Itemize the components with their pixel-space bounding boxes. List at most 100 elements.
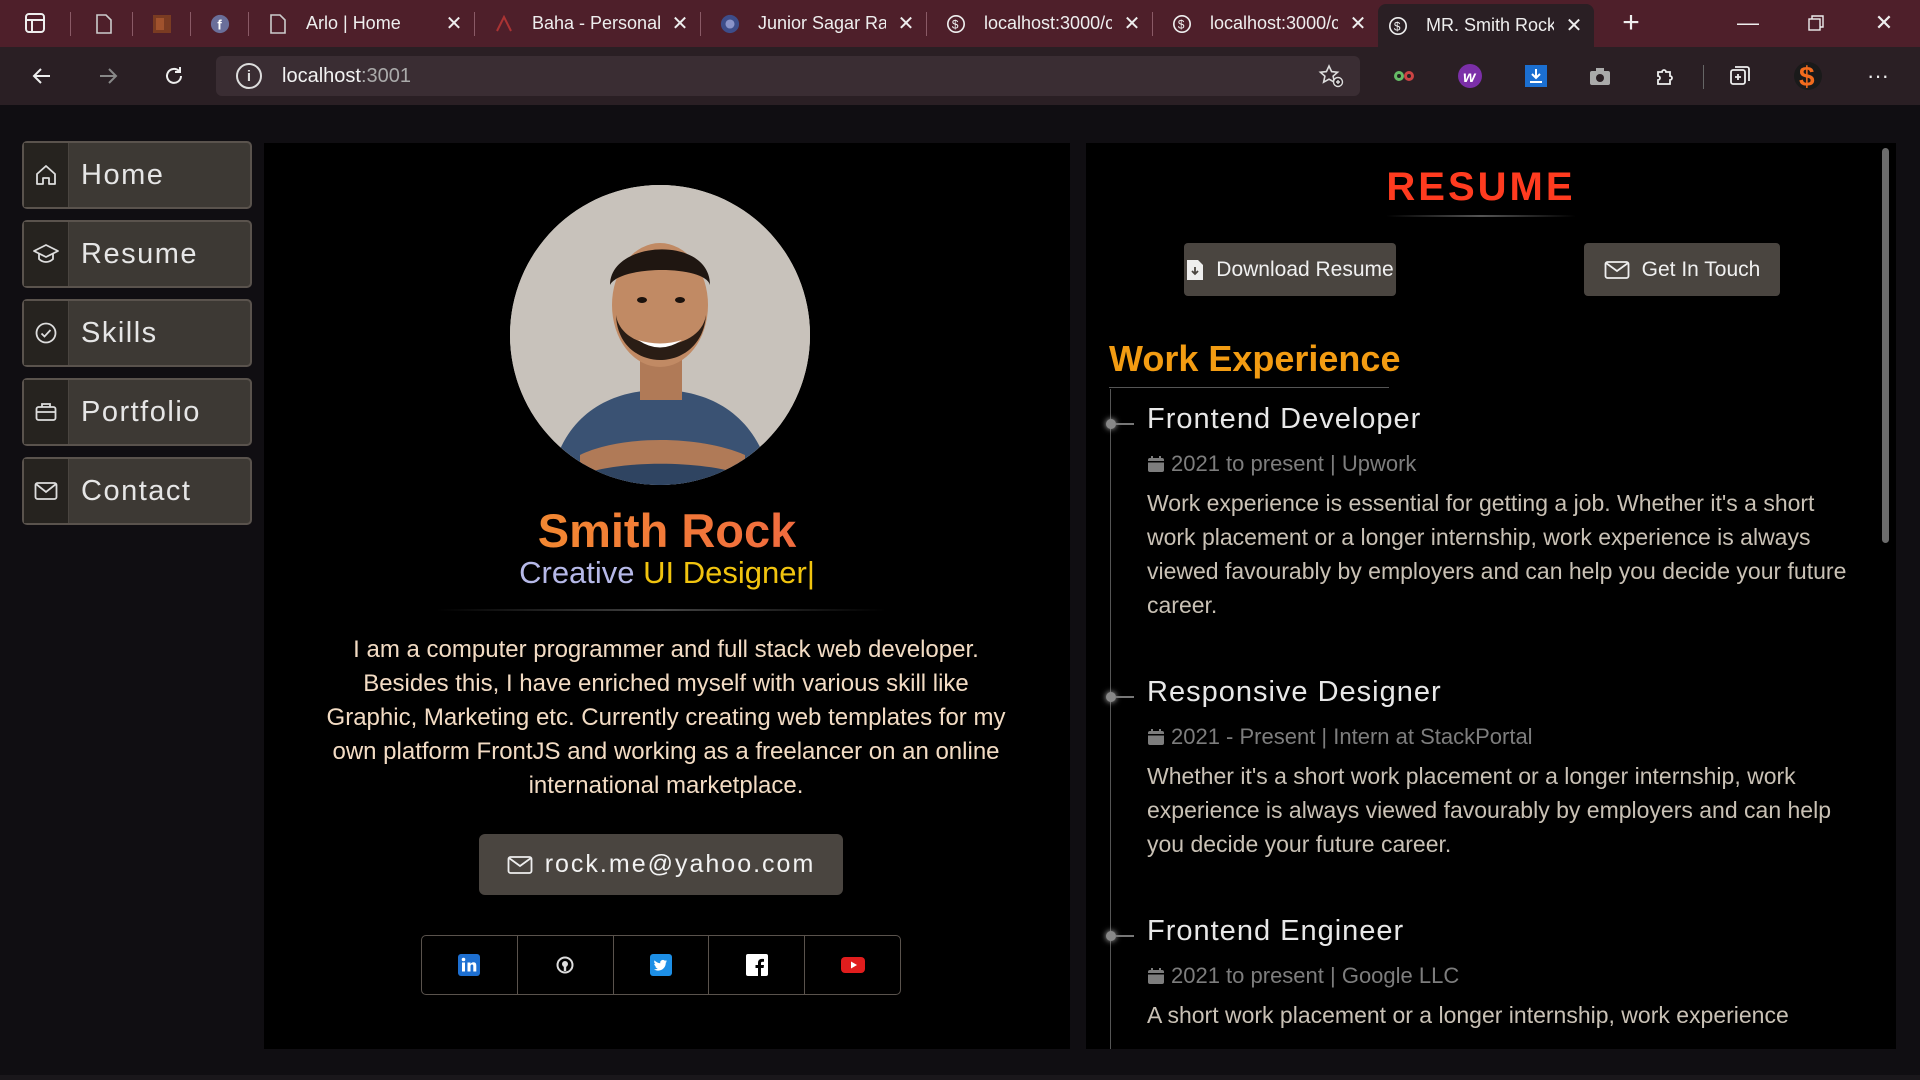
globe-icon: $: [1172, 14, 1192, 34]
calendar-icon: [1147, 455, 1165, 473]
role-typed: UI Designer|: [643, 555, 815, 590]
sidebar-item-label: Resume: [81, 237, 198, 270]
tab-localhost-2[interactable]: $ localhost:3000/c ✕: [1162, 4, 1378, 43]
info-icon[interactable]: i: [236, 63, 262, 89]
linkedin-icon[interactable]: [422, 936, 518, 994]
profile-name: Smith Rock: [264, 503, 1070, 558]
close-icon[interactable]: ✕: [670, 13, 690, 35]
envelope-icon: [1604, 260, 1630, 280]
timeline-dot-icon: [1102, 415, 1134, 433]
email-button[interactable]: rock.me@yahoo.com: [479, 834, 843, 895]
svg-text:w: w: [1463, 69, 1477, 86]
facebook-icon: f: [210, 14, 230, 34]
twitter-icon[interactable]: [614, 936, 710, 994]
get-in-touch-button[interactable]: Get In Touch: [1584, 243, 1780, 296]
restore-button[interactable]: [1786, 4, 1846, 42]
job-title: Frontend Engineer: [1147, 915, 1405, 947]
tab-label: Arlo | Home: [306, 13, 401, 33]
tab-separator: [70, 12, 71, 36]
email-text: rock.me@yahoo.com: [544, 850, 816, 878]
calendar-icon: [1147, 728, 1165, 746]
timeline-line: [1110, 389, 1111, 1049]
toolbar-separator: [1703, 65, 1704, 89]
job-meta: 2021 to present | Upwork: [1147, 451, 1416, 477]
tab-arlo-home[interactable]: Arlo | Home ✕: [258, 4, 474, 43]
sidebar-item-label: Portfolio: [81, 395, 201, 428]
image-icon: [152, 14, 172, 34]
facebook-icon[interactable]: [709, 936, 806, 994]
tab-separator: [248, 12, 249, 36]
job-meta-text: 2021 to present | Upwork: [1171, 451, 1417, 476]
svg-text:f: f: [217, 17, 222, 32]
file-download-icon: [1186, 259, 1204, 281]
job-description: Whether it's a short work placement or a…: [1147, 763, 1831, 857]
tab-pinned-3[interactable]: f: [200, 4, 246, 43]
tab-separator: [474, 12, 475, 36]
url-host: localhost: [282, 64, 361, 87]
camera-icon[interactable]: [1584, 60, 1616, 92]
new-tab-button[interactable]: +: [1616, 6, 1646, 39]
forward-button[interactable]: [92, 60, 124, 92]
svg-text:$: $: [1178, 17, 1185, 31]
tab-baha-personal[interactable]: Baha - Personal ✕: [484, 4, 700, 43]
resume-card: RESUME Download Resume Get In Touch Work…: [1086, 143, 1896, 1049]
profile-bio: I am a computer programmer and full stac…: [326, 636, 1006, 799]
extension-w-icon[interactable]: w: [1454, 60, 1486, 92]
download-resume-label: Download Resume: [1216, 257, 1394, 281]
section-title: Work Experience: [1109, 338, 1401, 379]
svg-text:$: $: [1799, 61, 1815, 92]
tab-separator: [132, 12, 133, 36]
download-extension-icon[interactable]: [1520, 60, 1552, 92]
resume-title: RESUME: [1386, 165, 1576, 209]
sidebar-item-skills[interactable]: Skills: [22, 299, 252, 367]
download-resume-button[interactable]: Download Resume: [1184, 243, 1396, 296]
graduation-cap-icon: [24, 222, 69, 286]
github-icon[interactable]: [518, 936, 614, 994]
url-port: :3001: [360, 64, 411, 87]
svg-text:$: $: [1394, 19, 1401, 33]
close-icon[interactable]: ✕: [1564, 15, 1584, 37]
divider: [1386, 215, 1576, 217]
close-icon[interactable]: ✕: [1122, 13, 1142, 35]
close-icon[interactable]: ✕: [896, 13, 916, 35]
social-links: [421, 935, 901, 995]
tab-smith-rock-active[interactable]: $ MR. Smith Rock ✕: [1378, 4, 1594, 47]
check-circle-icon: [24, 301, 69, 365]
job-title: Responsive Designer: [1147, 676, 1442, 708]
tab-junior-sagar[interactable]: Junior Sagar Ray ✕: [710, 4, 926, 43]
sidebar-item-resume[interactable]: Resume: [22, 220, 252, 288]
browser-tab-bar: f Arlo | Home ✕ Baha - Personal ✕ Junior…: [0, 0, 1920, 47]
extensions-puzzle-icon[interactable]: [1650, 60, 1682, 92]
minimize-button[interactable]: —: [1718, 4, 1778, 42]
close-window-button[interactable]: ✕: [1854, 4, 1914, 42]
tab-separator: [1152, 12, 1153, 36]
bottom-strip: [0, 1075, 1920, 1080]
sidebar-item-label: Contact: [81, 474, 192, 507]
address-bar[interactable]: i localhost:3001: [216, 56, 1360, 96]
tab-localhost-1[interactable]: $ localhost:3000/c ✕: [936, 4, 1152, 43]
back-button[interactable]: [26, 60, 58, 92]
job-meta: 2021 to present | Google LLC: [1147, 963, 1459, 989]
profile-dollar-icon[interactable]: $: [1792, 60, 1824, 92]
more-menu-icon[interactable]: ···: [1862, 60, 1894, 92]
globe-icon: $: [1388, 16, 1408, 36]
close-icon[interactable]: ✕: [444, 13, 464, 35]
page-icon: [268, 13, 288, 34]
tab-label: MR. Smith Rock: [1426, 15, 1554, 35]
youtube-icon[interactable]: [805, 936, 900, 994]
sidebar-item-contact[interactable]: Contact: [22, 457, 252, 525]
tab-pinned-2[interactable]: [142, 4, 188, 43]
close-icon[interactable]: ✕: [1348, 13, 1368, 35]
sidebar-item-portfolio[interactable]: Portfolio: [22, 378, 252, 446]
tab-pinned-1[interactable]: [84, 4, 130, 43]
job-meta: 2021 - Present | Intern at StackPortal: [1147, 724, 1533, 750]
collections-icon[interactable]: [1724, 60, 1756, 92]
tab-actions-icon[interactable]: [22, 10, 48, 36]
sidebar-item-home[interactable]: Home: [22, 141, 252, 209]
page-content: Home Resume Skills Portfolio Contact Smi…: [0, 105, 1920, 1080]
extension-eyes-icon[interactable]: [1388, 60, 1420, 92]
resume-scrollbar[interactable]: [1882, 148, 1889, 543]
tab-label: Baha - Personal: [532, 13, 660, 33]
reload-button[interactable]: [158, 60, 190, 92]
favorite-star-icon[interactable]: [1318, 64, 1344, 94]
